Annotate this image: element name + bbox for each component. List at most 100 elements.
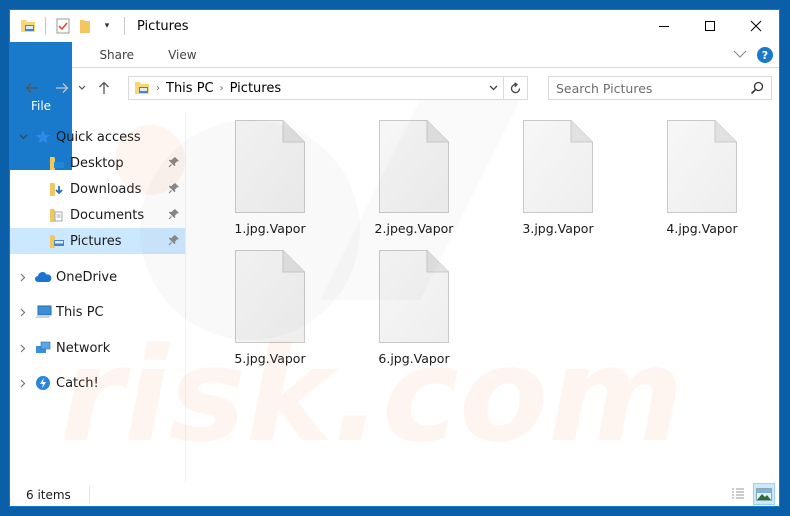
up-button[interactable] <box>92 76 116 100</box>
sidebar-item-downloads[interactable]: Downloads <box>10 176 185 202</box>
blank-file-icon <box>667 120 737 213</box>
expand-chevron-icon[interactable] <box>16 344 30 353</box>
minimize-icon <box>659 26 669 27</box>
file-name: 6.jpg.Vapor <box>378 351 450 366</box>
large-icons-view-button[interactable] <box>753 483 775 505</box>
file-item[interactable]: 3.jpg.Vapor <box>503 112 613 240</box>
window-title: Pictures <box>137 18 189 34</box>
search-box <box>548 76 772 100</box>
sidebar-item-network[interactable]: Network <box>10 335 185 361</box>
breadcrumb-chevron-icon[interactable]: › <box>156 83 160 94</box>
breadcrumb-chevron-icon[interactable]: › <box>220 83 224 94</box>
file-item[interactable]: 2.jpeg.Vapor <box>359 112 469 240</box>
pin-icon[interactable] <box>168 182 180 198</box>
sidebar-label: Quick access <box>56 129 141 145</box>
collapse-chevron-icon[interactable] <box>16 134 30 140</box>
sidebar-item-this-pc[interactable]: This PC <box>10 299 185 325</box>
details-view-icon <box>732 488 744 499</box>
pin-icon[interactable] <box>168 156 180 172</box>
expand-ribbon-button[interactable] <box>733 48 747 63</box>
item-count: 6 items <box>26 488 71 502</box>
back-button[interactable] <box>20 76 44 100</box>
search-icon[interactable] <box>750 81 764 99</box>
chevron-down-icon <box>733 50 747 58</box>
computer-icon <box>34 303 52 321</box>
navigation-pane: Quick access Desktop Downloads Documents… <box>10 112 185 482</box>
search-input[interactable] <box>549 80 739 96</box>
customize-dropdown-icon[interactable]: ▾ <box>98 17 116 35</box>
sidebar-item-onedrive[interactable]: OneDrive <box>10 264 185 290</box>
recent-locations-button[interactable] <box>74 76 90 100</box>
breadcrumb-pictures[interactable]: Pictures <box>230 81 281 96</box>
file-item[interactable]: 5.jpg.Vapor <box>215 242 325 370</box>
file-item[interactable]: 4.jpg.Vapor <box>647 112 757 240</box>
properties-icon[interactable] <box>54 17 72 35</box>
sidebar-item-catch[interactable]: Catch! <box>10 370 185 396</box>
blank-file-icon <box>235 120 305 213</box>
new-folder-icon[interactable] <box>76 17 94 35</box>
file-list: 1.jpg.Vapor 2.jpeg.Vapor 3.jpg.Vapor 4.j… <box>186 112 779 482</box>
forward-arrow-icon <box>56 83 69 93</box>
refresh-button[interactable] <box>503 77 527 99</box>
blank-file-icon <box>379 250 449 343</box>
onedrive-cloud-icon <box>34 268 52 286</box>
sidebar-label: Network <box>56 340 111 356</box>
file-name: 1.jpg.Vapor <box>234 221 306 236</box>
file-name: 5.jpg.Vapor <box>234 351 306 366</box>
file-item[interactable]: 6.jpg.Vapor <box>359 242 469 370</box>
address-bar[interactable]: › This PC › Pictures <box>128 76 528 100</box>
sidebar-item-quick-access[interactable]: Quick access <box>10 124 185 150</box>
back-arrow-icon <box>25 83 38 93</box>
refresh-icon <box>510 81 521 93</box>
navigation-bar: › This PC › Pictures <box>10 73 779 103</box>
sidebar-item-documents[interactable]: Documents <box>10 202 185 228</box>
chevron-down-icon <box>78 85 86 90</box>
pin-icon[interactable] <box>168 208 180 224</box>
star-icon <box>34 128 52 146</box>
help-button[interactable]: ? <box>757 47 773 63</box>
status-separator <box>88 486 90 504</box>
quick-access-toolbar: ▾ Pictures <box>10 10 188 42</box>
chevron-down-icon <box>489 85 497 91</box>
file-name: 4.jpg.Vapor <box>666 221 738 236</box>
sidebar-label: Catch! <box>56 375 99 391</box>
blank-file-icon <box>379 120 449 213</box>
sidebar-label: Downloads <box>70 181 142 197</box>
sidebar-label: This PC <box>56 304 104 320</box>
sidebar-label: Pictures <box>70 233 122 249</box>
view-switcher <box>727 483 775 505</box>
address-history-dropdown[interactable] <box>483 85 503 91</box>
expand-chevron-icon[interactable] <box>16 308 30 317</box>
toolbar-separator <box>45 17 46 35</box>
tab-view[interactable]: View <box>151 42 213 67</box>
expand-chevron-icon[interactable] <box>16 379 30 388</box>
catch-app-icon <box>34 374 52 392</box>
downloads-folder-icon <box>48 180 66 198</box>
window-controls <box>641 10 779 42</box>
details-view-button[interactable] <box>727 483 749 505</box>
toolbar-separator <box>124 17 125 35</box>
sidebar-label: Documents <box>70 207 145 223</box>
sidebar-item-desktop[interactable]: Desktop <box>10 150 185 176</box>
tab-share[interactable]: Share <box>82 42 151 67</box>
documents-folder-icon <box>48 206 66 224</box>
maximize-button[interactable] <box>687 10 733 42</box>
forward-button[interactable] <box>50 76 74 100</box>
sidebar-label: OneDrive <box>56 269 118 285</box>
file-name: 3.jpg.Vapor <box>522 221 594 236</box>
sidebar-item-pictures[interactable]: Pictures <box>10 228 185 254</box>
close-icon <box>750 20 762 32</box>
close-button[interactable] <box>733 10 779 42</box>
file-name: 2.jpeg.Vapor <box>374 221 454 236</box>
breadcrumb-this-pc[interactable]: This PC <box>166 81 214 96</box>
title-bar: ▾ Pictures <box>10 10 779 42</box>
sidebar-label: Desktop <box>70 155 124 171</box>
pin-icon[interactable] <box>168 234 180 250</box>
status-bar: 6 items <box>10 482 779 506</box>
file-item[interactable]: 1.jpg.Vapor <box>215 112 325 240</box>
expand-chevron-icon[interactable] <box>16 273 30 282</box>
minimize-button[interactable] <box>641 10 687 42</box>
blank-file-icon <box>235 250 305 343</box>
network-icon <box>34 339 52 357</box>
pictures-folder-icon[interactable] <box>19 17 37 35</box>
